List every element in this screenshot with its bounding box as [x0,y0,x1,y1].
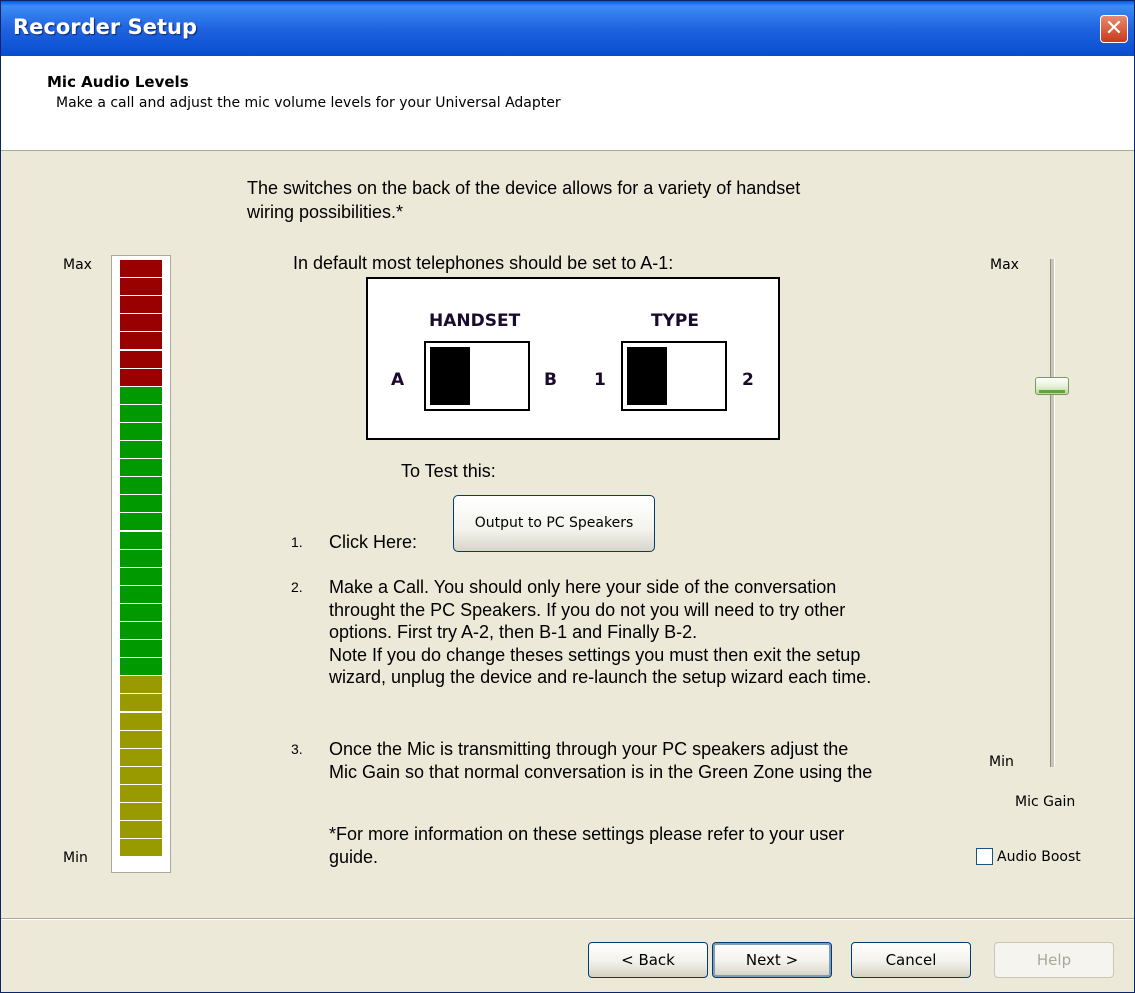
meter-segment-green [120,513,162,531]
slider-max-label: Max [990,257,1019,273]
mic-gain-slider-thumb[interactable] [1035,376,1069,395]
step-1-text: Click Here: [329,532,418,552]
title-bar[interactable]: Recorder Setup ✕ [1,1,1134,63]
wizard-header: Mic Audio Levels Make a call and adjust … [1,56,1134,151]
default-setting-text: In default most telephones should be set… [293,253,674,273]
meter-segment-green [120,386,162,404]
footer-separator [1,918,1134,920]
step-3-text: Once the Mic is transmitting through you… [329,738,872,783]
switch-label-a: A [391,370,405,390]
meter-segment-green [120,585,162,603]
meter-segment-yellow [120,676,162,694]
step-2-line: wizard, unplug the device and re-launch … [329,667,872,687]
window-title: Recorder Setup [13,15,197,39]
handset-switch [424,341,530,411]
help-button[interactable]: Help [994,942,1114,978]
footnote: *For more information on these settings … [329,823,844,868]
audio-boost-label[interactable]: Audio Boost [997,849,1081,865]
meter-segment-yellow [120,784,162,802]
meter-segment-red [120,314,162,332]
mic-gain-label: Mic Gain [1015,794,1076,810]
meter-segment-green [120,567,162,585]
meter-segment-green [120,495,162,513]
meter-segment-yellow [120,712,162,730]
footnote-line-1: *For more information on these settings … [329,824,845,844]
step-3-line: Mic Gain so that normal conversation is … [329,761,873,782]
meter-max-label: Max [63,257,92,273]
close-icon: ✕ [1104,16,1124,41]
recorder-setup-window: Recorder Setup ✕ Mic Audio Levels Make a… [0,0,1135,993]
step-2-line: Note If you do change theses settings yo… [329,644,861,665]
to-test-text: To Test this: [401,461,496,481]
meter-segment-red [120,260,162,277]
meter-segment-yellow [120,839,162,857]
meter-segment-green [120,603,162,621]
meter-segment-green [120,459,162,477]
step-2-line: Make a Call. You should only here your s… [329,577,837,597]
step-3-number: 3. [291,741,303,757]
meter-segment-green [120,640,162,658]
meter-segment-yellow [120,821,162,839]
meter-segment-red [120,368,162,386]
meter-segment-yellow [120,748,162,766]
meter-segment-yellow [120,766,162,784]
type-label: TYPE [651,311,699,331]
intro-line-1: The switches on the back of the device a… [247,178,801,198]
audio-level-meter [111,255,171,873]
intro-text: The switches on the back of the device a… [247,176,947,224]
footnote-line-2: guide. [329,846,379,867]
meter-segment-yellow [120,730,162,748]
audio-boost-checkbox[interactable] [976,848,993,865]
meter-segment-green [120,531,162,549]
meter-segment-green [120,658,162,676]
meter-segment-green [120,404,162,422]
page-title: Mic Audio Levels [47,73,189,91]
slider-min-label: Min [989,754,1014,770]
step-2-text: Make a Call. You should only here your s… [329,576,871,689]
type-switch [621,341,727,411]
intro-line-2: wiring possibilities.* [247,202,404,222]
meter-segment-green [120,549,162,567]
switch-diagram: HANDSET TYPE A B 1 2 [366,277,780,440]
step-2-line: options. First try A-2, then B-1 and Fin… [329,622,698,642]
meter-segment-yellow [120,694,162,712]
step-3-line: Once the Mic is transmitting through you… [329,739,849,759]
cancel-button[interactable]: Cancel [851,942,971,978]
switch-label-1: 1 [594,370,606,390]
handset-label: HANDSET [429,311,521,331]
meter-min-label: Min [63,850,88,866]
step-2-number: 2. [291,579,303,595]
mic-gain-slider-track[interactable] [1050,259,1055,767]
switch-label-2: 2 [742,370,754,390]
meter-segment-green [120,422,162,440]
meter-segment-yellow [120,803,162,820]
meter-segment-red [120,296,162,314]
meter-segment-red [120,350,162,368]
meter-segment-green [120,477,162,495]
step-2-line: throught the PC Speakers. If you do not … [329,599,846,620]
meter-segment-red [120,278,162,296]
page-subtitle: Make a call and adjust the mic volume le… [56,95,561,111]
close-button[interactable]: ✕ [1100,15,1128,43]
meter-segment-green [120,622,162,639]
next-button[interactable]: Next > [712,942,832,978]
output-to-pc-speakers-button[interactable]: Output to PC Speakers [453,495,655,552]
back-button[interactable]: < Back [588,942,708,978]
meter-segment-green [120,441,162,458]
meter-segment-red [120,332,162,350]
step-1-number: 1. [291,534,303,550]
switch-label-b: B [544,370,557,390]
